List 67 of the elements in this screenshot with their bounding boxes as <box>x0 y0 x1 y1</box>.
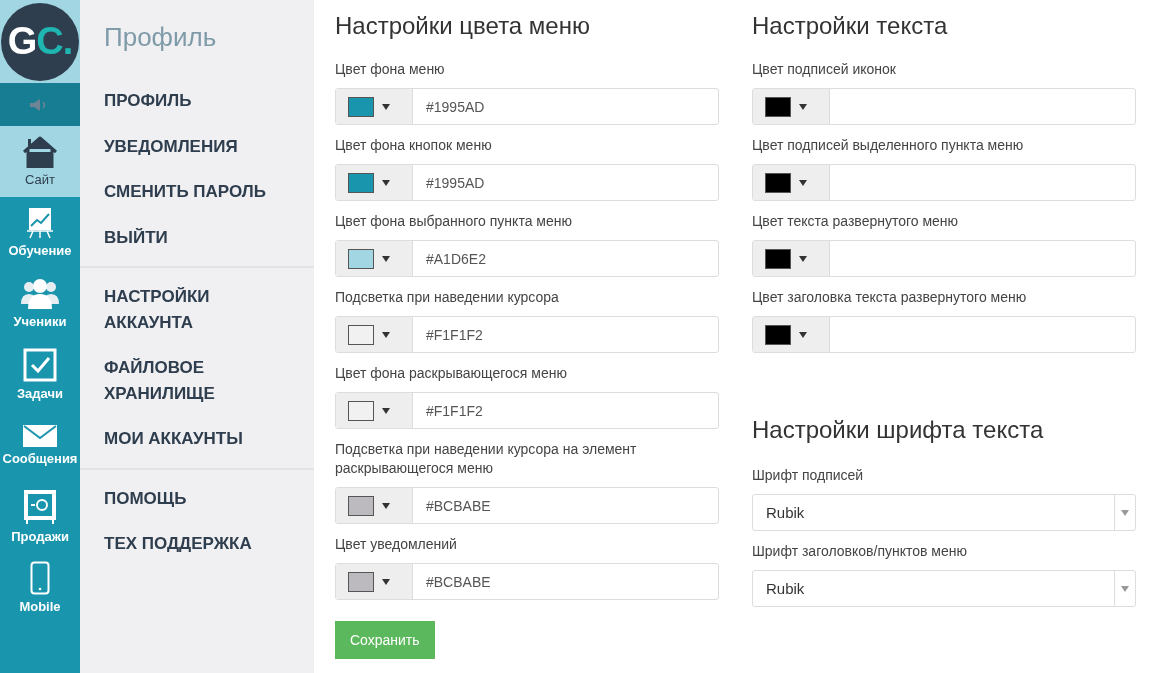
color-input[interactable]: #F1F1F2 <box>335 392 719 429</box>
section-heading: Настройки цвета меню <box>335 12 591 40</box>
field-label: Цвет подписей иконок <box>752 60 897 79</box>
phone-icon <box>30 561 50 595</box>
caret-icon <box>382 331 390 338</box>
field-label: Цвет подписей выделенного пункта меню <box>752 136 1025 155</box>
nav-link[interactable]: СМЕНИТЬ ПАРОЛЬ <box>80 169 314 215</box>
color-input[interactable] <box>752 88 1136 125</box>
caret-icon <box>382 578 390 585</box>
sidebar-item[interactable]: Mobile <box>0 552 80 623</box>
color-input[interactable] <box>752 240 1136 277</box>
field-label: Цвет фона раскрывающегося меню <box>335 364 568 383</box>
field-label: Цвет фона меню <box>335 60 446 79</box>
field-label: Цвет заголовка текста развернутого меню <box>752 288 1028 307</box>
sidebar-item[interactable]: Ученики <box>0 268 80 339</box>
color-input[interactable]: #1995AD <box>335 88 719 125</box>
color-input[interactable]: #1995AD <box>335 164 719 201</box>
field-label: Шрифт подписей <box>752 466 865 485</box>
caret-icon <box>1121 585 1129 592</box>
caret-icon <box>799 255 807 262</box>
color-input[interactable]: #F1F1F2 <box>335 316 719 353</box>
nav-link[interactable]: ПРОФИЛЬ <box>80 78 314 124</box>
color-input[interactable]: #BCBABE <box>335 563 719 600</box>
color-input[interactable]: #BCBABE <box>335 487 719 524</box>
font-select[interactable]: Rubik <box>752 494 1136 531</box>
sidebar-item[interactable]: Сайт <box>0 126 80 197</box>
sidebar-item[interactable]: Сообщения <box>0 410 80 481</box>
nav-link[interactable]: ФАЙЛОВОЕ ХРАНИЛИЩЕ <box>80 345 314 416</box>
caret-icon <box>382 103 390 110</box>
color-input[interactable] <box>752 164 1136 201</box>
field-label: Цвет уведомлений <box>335 535 458 554</box>
font-select[interactable]: Rubik <box>752 570 1136 607</box>
caret-icon <box>799 103 807 110</box>
people-icon <box>20 278 60 310</box>
caret-icon <box>799 331 807 338</box>
section-heading: Настройки текста <box>752 12 949 40</box>
nav-link[interactable]: ВЫЙТИ <box>80 214 314 260</box>
field-label: Шрифт заголовков/пунктов меню <box>752 542 968 561</box>
field-label: Цвет фона кнопок меню <box>335 136 493 155</box>
field-label: Цвет текста развернутого меню <box>752 212 960 231</box>
section-heading: Настройки шрифта текста <box>752 416 1045 444</box>
caret-icon <box>799 179 807 186</box>
nav-link[interactable]: МОИ АККАУНТЫ <box>80 416 314 462</box>
nav-link[interactable]: ПОМОЩЬ <box>80 475 314 521</box>
nav-link[interactable]: УВЕДОМЛЕНИЯ <box>80 123 314 169</box>
color-input[interactable]: #A1D6E2 <box>335 240 719 277</box>
field-label: Цвет фона выбранного пункта меню <box>335 212 573 231</box>
caret-icon <box>382 255 390 262</box>
envelope-icon <box>23 425 57 447</box>
nav-link[interactable]: НАСТРОЙКИ АККАУНТА <box>80 274 314 345</box>
logo[interactable]: GC. <box>1 2 79 81</box>
field-label: Подсветка при наведении курсора <box>335 288 560 307</box>
safe-icon <box>23 489 57 525</box>
caret-icon <box>382 407 390 414</box>
nav-link[interactable]: ТЕХ ПОДДЕРЖКА <box>80 521 314 567</box>
caret-icon <box>382 179 390 186</box>
caret-icon <box>1121 509 1129 516</box>
color-input[interactable] <box>752 316 1136 353</box>
chart-board-icon <box>26 207 54 239</box>
house-icon <box>22 136 58 168</box>
sidebar-item[interactable]: Задачи <box>0 339 80 410</box>
caret-icon <box>382 502 390 509</box>
field-label: Подсветка при наведении курсора на элемент раскрывающегося меню <box>335 440 638 478</box>
sidebar-item[interactable]: Продажи <box>0 481 80 552</box>
nav-title: Профиль <box>103 21 218 54</box>
checkbox-icon <box>23 348 57 382</box>
sidebar-item[interactable]: Обучение <box>0 197 80 268</box>
